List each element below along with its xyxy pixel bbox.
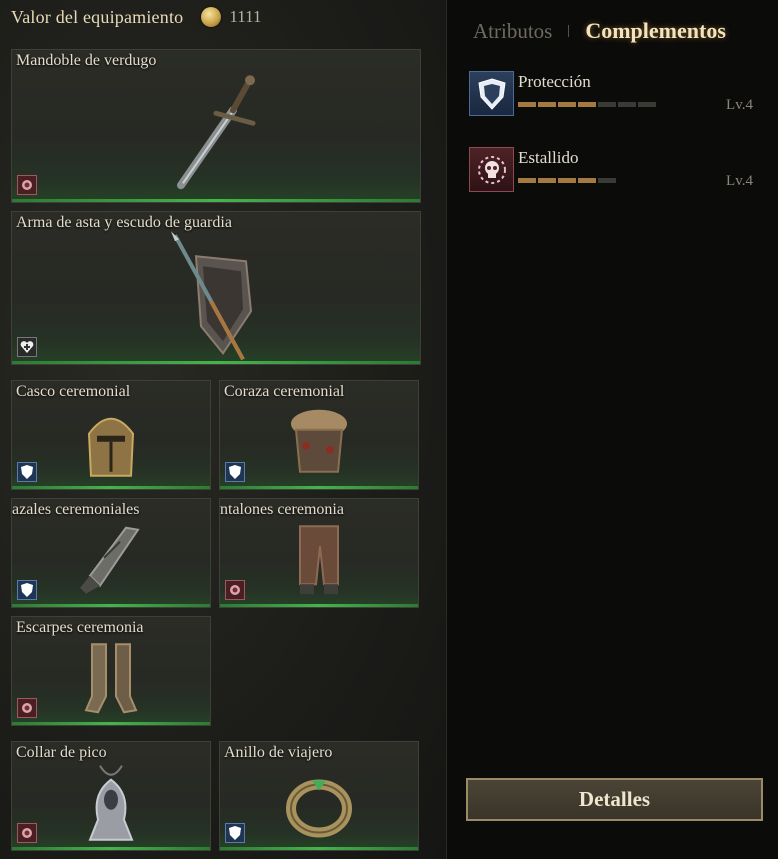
gauntlets-image <box>76 524 146 601</box>
coin-icon <box>201 7 222 27</box>
addon-row-protection[interactable]: Protección Lv.4 <box>469 71 759 117</box>
details-button[interactable]: Detalles <box>466 778 763 821</box>
addon-level-bar <box>518 178 616 183</box>
pants-image <box>294 522 344 603</box>
addon-level: Lv.4 <box>726 173 753 189</box>
addon-level: Lv.4 <box>726 97 753 113</box>
slot-greatsword[interactable]: Mandoble de verdugo <box>11 49 421 203</box>
slot-necklace[interactable]: Collar de pico <box>11 741 211 851</box>
shield-icon <box>17 580 37 600</box>
tab-addons[interactable]: Complementos <box>585 18 726 44</box>
chestplate-image <box>284 406 354 483</box>
level-segment <box>518 178 536 183</box>
level-segment <box>538 102 556 107</box>
slot-name: ‪ntalones ceremonia‬ <box>220 501 344 518</box>
slot-name: ‪azales ceremoniales‬ <box>12 501 140 518</box>
shield-icon <box>225 823 245 843</box>
slot-ring[interactable]: Anillo de viajero <box>219 741 419 851</box>
level-segment <box>598 102 616 107</box>
slot-greaves[interactable]: Escarpes ceremonia <box>11 616 211 726</box>
shield-icon <box>225 462 245 482</box>
slot-gauntlets[interactable]: ‪azales ceremoniales‬ <box>11 498 211 608</box>
slot-polearm-shield[interactable]: Arma de asta y escudo de guardia <box>11 211 421 365</box>
level-segment <box>538 178 556 183</box>
skull-burst-icon <box>469 147 514 192</box>
slot-name: Coraza ceremonial <box>224 383 345 400</box>
level-segment <box>558 178 576 183</box>
level-segment <box>578 178 596 183</box>
slot-name: Escarpes ceremonia <box>16 619 144 636</box>
addon-level-bar <box>518 102 656 107</box>
tab-bar: Atributos Complementos <box>473 18 726 44</box>
addon-name: Protección <box>518 72 591 91</box>
equipment-panel: Valor del equipamiento 1111 Mandoble de … <box>0 0 446 859</box>
slot-name: Mandoble de verdugo <box>16 52 157 69</box>
rose-icon <box>17 698 37 718</box>
level-segment <box>518 102 536 107</box>
shield-icon <box>469 71 514 116</box>
heart-cross-icon <box>17 337 37 357</box>
level-segment <box>558 102 576 107</box>
ring-image <box>284 771 354 846</box>
shield-icon <box>17 462 37 482</box>
slot-name: Collar de pico <box>16 744 107 761</box>
equipment-value-number: 1111 <box>229 7 262 26</box>
polearm-shield-image <box>161 231 271 364</box>
rose-icon <box>17 175 37 195</box>
slot-chestplate[interactable]: Coraza ceremonial <box>219 380 419 490</box>
helmet-image <box>81 406 141 483</box>
level-segment <box>618 102 636 107</box>
slot-name: Arma de asta y escudo de guardia <box>16 214 232 231</box>
slot-helmet[interactable]: Casco ceremonial <box>11 380 211 490</box>
rose-icon <box>225 580 245 600</box>
addon-row-burst[interactable]: Estallido Lv.4 <box>469 147 759 193</box>
addon-name: Estallido <box>518 148 579 167</box>
level-segment <box>578 102 596 107</box>
equipment-value-header: Valor del equipamiento 1111 <box>11 6 261 28</box>
level-segment <box>638 102 656 107</box>
slot-name: Casco ceremonial <box>16 383 131 400</box>
tab-divider <box>568 25 570 37</box>
equipment-value-title: Valor del equipamiento <box>11 6 184 27</box>
addons-panel: Atributos Complementos Protección Lv.4 E… <box>446 0 778 859</box>
level-segment <box>598 178 616 183</box>
necklace-image <box>80 764 142 849</box>
tab-attributes[interactable]: Atributos <box>473 19 552 44</box>
slot-pants[interactable]: ‪ntalones ceremonia‬ <box>219 498 419 608</box>
rose-icon <box>17 823 37 843</box>
slot-name: Anillo de viajero <box>224 744 333 761</box>
greaves-image <box>84 640 138 721</box>
greatsword-image <box>161 65 271 200</box>
